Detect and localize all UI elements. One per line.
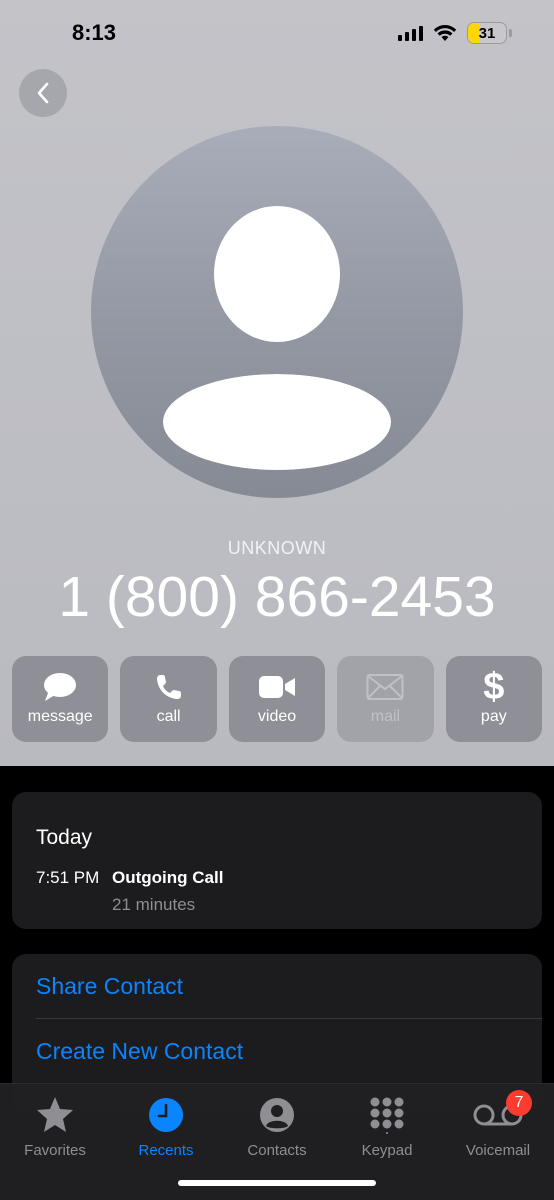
call-time: 7:51 PM: [36, 868, 100, 887]
tab-favorites-label: Favorites: [24, 1142, 86, 1159]
recent-date-heading: Today: [36, 826, 93, 849]
tab-contacts-label: Contacts: [247, 1142, 307, 1159]
video-label: video: [257, 708, 297, 725]
contact-header: 8:13 31 UNKNOWN 1 (800) 866-2453 message…: [0, 0, 554, 766]
battery-icon: 31: [467, 22, 507, 44]
status-icons: 31: [398, 20, 512, 46]
back-button[interactable]: [19, 69, 67, 117]
tab-voicemail[interactable]: 7 Voicemail: [443, 1090, 553, 1159]
avatar-head: [214, 206, 340, 342]
clock-icon: [149, 1098, 183, 1132]
dollar-icon: $: [483, 666, 505, 708]
recent-calls-card: Today 7:51 PM Outgoing Call 21 minutes: [12, 792, 542, 929]
tab-favorites[interactable]: Favorites: [0, 1094, 110, 1159]
call-duration: 21 minutes: [112, 895, 196, 914]
message-button[interactable]: message: [12, 656, 109, 742]
create-new-contact-button[interactable]: Create New Contact: [36, 1038, 243, 1065]
caller-number: 1 (800) 866-2453: [58, 565, 496, 629]
video-button[interactable]: video: [228, 656, 326, 742]
chevron-left-icon: [37, 82, 49, 104]
call-label: call: [156, 708, 181, 725]
battery-level: 31: [478, 24, 496, 42]
message-icon: [44, 673, 77, 701]
action-buttons: message call video mail $ pay: [12, 656, 543, 742]
voicemail-badge: 7: [506, 1090, 532, 1116]
tab-recents-label: Recents: [138, 1142, 194, 1159]
avatar-body: [163, 374, 391, 470]
message-label: message: [27, 708, 93, 725]
star-icon: [37, 1097, 73, 1132]
pay-button[interactable]: $ pay: [445, 656, 543, 742]
cellular-signal-icon: [398, 25, 423, 41]
phone-icon: [156, 675, 181, 699]
mail-button[interactable]: mail: [337, 656, 434, 742]
home-indicator: [178, 1180, 376, 1186]
mail-icon: [366, 674, 404, 700]
divider: [36, 1018, 542, 1019]
tab-keypad[interactable]: Keypad: [332, 1094, 442, 1159]
tab-recents[interactable]: Recents: [111, 1094, 221, 1159]
call-button[interactable]: call: [120, 656, 217, 742]
tab-voicemail-label: Voicemail: [465, 1142, 531, 1159]
contact-avatar: [91, 126, 463, 498]
video-icon: [259, 676, 296, 698]
tab-contacts[interactable]: Contacts: [222, 1094, 332, 1159]
share-contact-button[interactable]: Share Contact: [36, 973, 183, 1000]
tab-keypad-label: Keypad: [361, 1142, 413, 1159]
mail-label: mail: [370, 708, 401, 725]
status-bar: 8:13 31: [0, 0, 554, 66]
pay-label: pay: [480, 708, 507, 725]
call-type: Outgoing Call: [112, 868, 224, 887]
keypad-icon: [370, 1097, 404, 1134]
wifi-icon: [433, 25, 457, 41]
status-time: 8:13: [72, 20, 117, 45]
person-circle-icon: [260, 1098, 294, 1132]
caller-label: UNKNOWN: [227, 538, 327, 558]
